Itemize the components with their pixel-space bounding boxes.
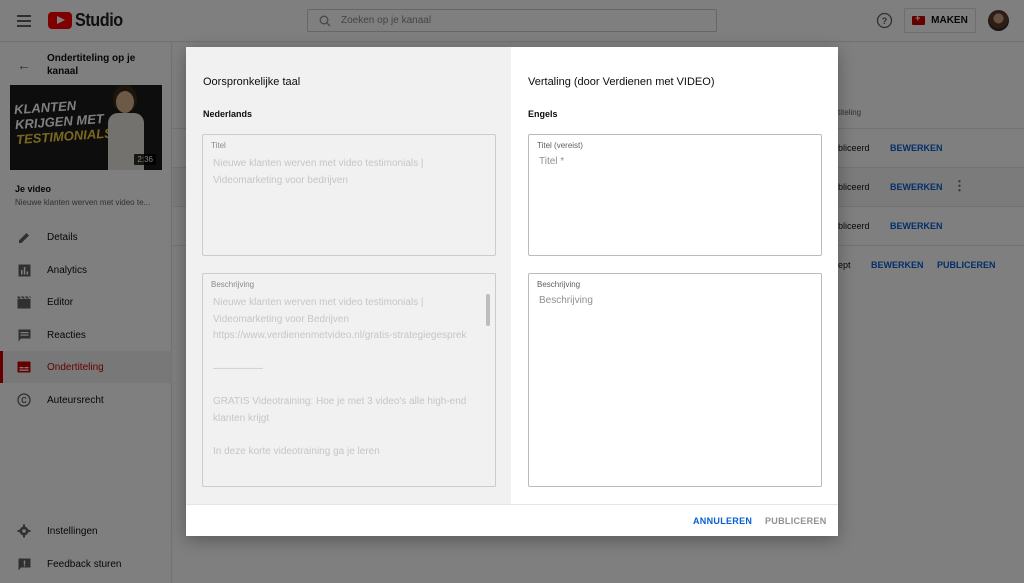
original-description-value: Nieuwe klanten werven met video testimon… <box>213 297 467 457</box>
publish-button[interactable]: PUBLICEREN <box>765 516 827 526</box>
translated-title-placeholder[interactable]: Titel * <box>539 156 564 167</box>
translation-dialog: Oorspronkelijke taal Nederlands Titel Ni… <box>186 47 838 536</box>
original-language: Nederlands <box>203 109 253 119</box>
cancel-button[interactable]: ANNULEREN <box>693 516 752 526</box>
original-title-field: Titel Nieuwe klanten werven met video te… <box>202 134 496 256</box>
translated-title-field[interactable]: Titel (vereist) Titel * <box>528 134 822 256</box>
dialog-footer: ANNULEREN PUBLICEREN <box>186 504 838 536</box>
scrollbar[interactable] <box>486 294 490 326</box>
original-title-value: Nieuwe klanten werven met video testimon… <box>213 158 424 186</box>
field-label: Beschrijving <box>211 280 255 289</box>
field-label: Titel <box>211 141 226 150</box>
original-pane-title: Oorspronkelijke taal <box>203 76 301 88</box>
translation-pane-title: Vertaling (door Verdienen met VIDEO) <box>528 76 715 88</box>
translation-language: Engels <box>528 109 558 119</box>
translated-description-field[interactable]: Beschrijving Beschrijving <box>528 273 822 487</box>
translated-description-placeholder[interactable]: Beschrijving <box>539 295 593 306</box>
original-description-field: Beschrijving Nieuwe klanten werven met v… <box>202 273 496 487</box>
original-language-pane: Oorspronkelijke taal Nederlands Titel Ni… <box>186 47 511 504</box>
translation-pane: Vertaling (door Verdienen met VIDEO) Eng… <box>511 47 838 504</box>
field-label: Beschrijving <box>537 280 581 289</box>
field-label: Titel (vereist) <box>537 141 583 150</box>
